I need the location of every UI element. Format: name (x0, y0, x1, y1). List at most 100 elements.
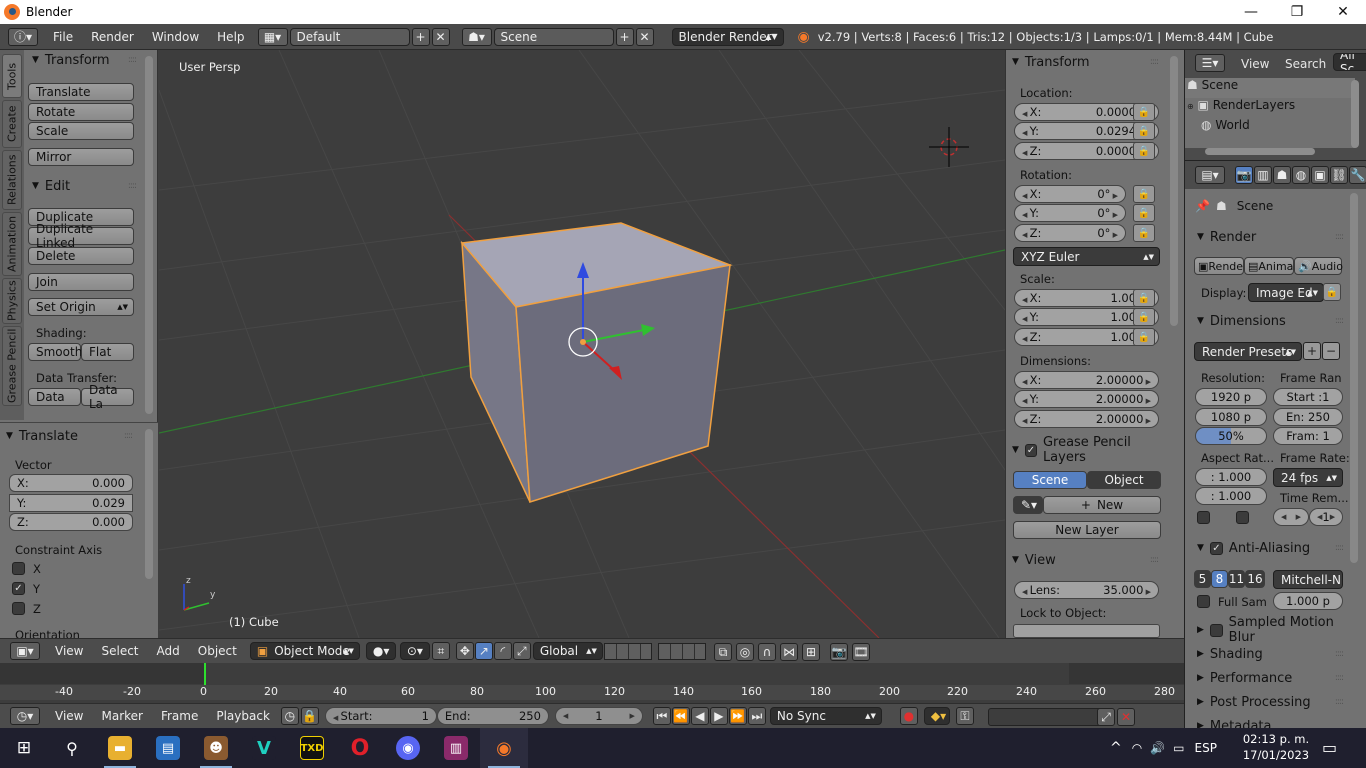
tab-physics[interactable]: Physics (2, 278, 22, 324)
render-engine-select[interactable]: Blender Render ▲▼ (671, 27, 784, 46)
lock-location-y-icon[interactable]: 🔒 (1133, 122, 1155, 140)
outliner-editor-icon[interactable]: ☰▾ (1195, 54, 1225, 72)
rotation-z-field[interactable]: ◀ Z: 0° ▶ (1014, 224, 1126, 242)
menu-render[interactable]: Render (82, 30, 143, 44)
menu-help[interactable]: Help (208, 30, 253, 44)
grease-pencil-layers-header[interactable]: ▼ ✓ Grease Pencil Layers (1006, 435, 1166, 465)
aspect-y-field[interactable]: : 1.000 (1195, 487, 1267, 505)
gp-object-button[interactable]: Object (1087, 471, 1161, 489)
jump-keyframe-back-icon[interactable]: ⏪ (671, 707, 690, 725)
display-select[interactable]: Image Ed ▲▼ (1248, 283, 1324, 302)
scene-context-icon[interactable]: ☗ (1273, 166, 1291, 184)
outliner-row-world[interactable]: ◍ World (1185, 118, 1355, 138)
menu-view[interactable]: View (46, 709, 92, 723)
outliner-scrollbar[interactable] (1351, 80, 1359, 148)
render-still-icon[interactable]: 📷 (830, 643, 848, 661)
resolution-y-field[interactable]: 1080 p (1195, 408, 1267, 426)
close-button[interactable]: ✕ (1320, 0, 1366, 24)
render-presets-select[interactable]: Render Presets ▲▼ (1194, 342, 1302, 361)
render-panel-header[interactable]: ▼ Render :::: (1191, 227, 1351, 247)
resolution-x-field[interactable]: 1920 p (1195, 388, 1267, 406)
smooth-button[interactable]: Smooth (28, 343, 82, 361)
frame-rate-select[interactable]: 24 fps ▲▼ (1273, 468, 1343, 487)
dimensions-panel-header[interactable]: ▼ Dimensions :::: (1191, 311, 1351, 331)
lens-field[interactable]: ◀ Lens: 35.000 ▶ (1014, 581, 1159, 599)
shading-panel-header[interactable]: ▶ Shading :::: (1191, 644, 1351, 664)
lock-scale-x-icon[interactable]: 🔒 (1133, 289, 1155, 307)
lock-camera-icon[interactable]: ⧉ (714, 643, 732, 661)
anti-aliasing-panel-header[interactable]: ▼ ✓ Anti-Aliasing :::: (1191, 538, 1351, 558)
tab-create[interactable]: Create (2, 100, 22, 148)
scene-select[interactable]: Scene (493, 27, 614, 46)
time-old-field[interactable]: ◀ ▶ (1273, 508, 1309, 526)
current-frame-indicator[interactable] (204, 663, 206, 685)
editor-type-3d-icon[interactable]: ▣▾ (10, 642, 40, 660)
scale-button[interactable]: Scale (28, 122, 134, 140)
aa-samples-11-button[interactable]: 11 (1228, 570, 1245, 588)
lock-time-icon[interactable]: 🔒 (300, 707, 319, 725)
drag-grip-icon[interactable]: :::: (1150, 57, 1159, 67)
rotation-mode-select[interactable]: XYZ Euler ▲▼ (1013, 247, 1160, 266)
maximize-button[interactable]: ❐ (1274, 0, 1320, 24)
drag-grip-icon[interactable]: :::: (1150, 555, 1159, 565)
lock-rotation-x-icon[interactable]: 🔒 (1133, 185, 1155, 203)
sampled-motion-blur-header[interactable]: ▶ Sampled Motion Blur (1191, 615, 1361, 645)
lock-to-object-field[interactable] (1013, 624, 1160, 638)
n-transform-header[interactable]: ▼ Transform :::: (1006, 52, 1166, 72)
lock-scale-y-icon[interactable]: 🔒 (1133, 308, 1155, 326)
3d-viewport[interactable]: User Persp (1) Cube y z (159, 50, 1005, 638)
viewport-shading-select[interactable]: ●▾ (365, 642, 396, 660)
taskbar-game[interactable]: ☻ (192, 728, 240, 768)
sync-mode-select[interactable]: No Sync ▲▼ (769, 707, 882, 725)
interaction-mode-select[interactable]: ▣ Object Mode ▲▼ (249, 642, 360, 660)
transform-orientation-select[interactable]: Global ▲▼ (532, 642, 603, 660)
menu-view[interactable]: View (46, 644, 92, 658)
menu-add[interactable]: Add (148, 644, 189, 658)
mirror-button[interactable]: Mirror (28, 148, 134, 166)
translate-manipulator-icon[interactable]: ✥ (455, 642, 474, 660)
drag-grip-icon[interactable]: :::: (128, 55, 137, 65)
add-scene-icon[interactable]: + (615, 27, 634, 46)
lock-scale-z-icon[interactable]: 🔒 (1133, 328, 1155, 346)
rotation-x-field[interactable]: ◀ X: 0° ▶ (1014, 185, 1126, 203)
rotate-button[interactable]: Rotate (28, 103, 134, 121)
gp-new-layer-button[interactable]: New Layer (1013, 521, 1161, 539)
properties-editor-icon[interactable]: ▤▾ (1195, 166, 1225, 184)
render-image-button[interactable]: ▣ Rende (1194, 257, 1244, 275)
drag-grip-icon[interactable]: :::: (1335, 673, 1344, 683)
end-frame-field[interactable]: End: 250 (436, 707, 549, 725)
constraint-y-checkbox[interactable]: ✓ (12, 582, 25, 595)
dimensions-x-field[interactable]: ◀ X: 2.00000 ▶ (1014, 371, 1159, 389)
rotation-y-field[interactable]: ◀ Y: 0° ▶ (1014, 204, 1126, 222)
keying-set-icon[interactable]: ◆▾ (923, 707, 950, 725)
join-button[interactable]: Join (28, 273, 134, 291)
drag-grip-icon[interactable]: :::: (124, 431, 133, 441)
resolution-percentage-slider[interactable]: 50% (1195, 427, 1267, 445)
filter-size-field[interactable]: 1.000 p (1273, 592, 1343, 610)
lock-rotation-y-icon[interactable]: 🔒 (1133, 204, 1155, 222)
delete-keyframe-icon[interactable]: ✕ (1117, 708, 1135, 726)
preview-range-icon[interactable]: ◷ (280, 707, 299, 725)
taskbar-discord[interactable]: ◉ (384, 728, 432, 768)
drag-grip-icon[interactable]: :::: (1335, 543, 1344, 553)
tray-overflow-icon[interactable]: ^ (1110, 740, 1122, 756)
frame-end-field[interactable]: En: 250 (1273, 408, 1343, 426)
flat-button[interactable]: Flat (81, 343, 134, 361)
operator-panel-header[interactable]: ▼ Translate :::: (0, 426, 140, 446)
insert-keyframe-icon[interactable]: ⤢ (1097, 708, 1115, 726)
tool-shelf-scrollbar[interactable] (145, 56, 153, 414)
auto-keying-icon[interactable]: ● (899, 707, 918, 725)
lock-location-x-icon[interactable]: 🔒 (1133, 103, 1155, 121)
minimize-button[interactable]: — (1228, 0, 1274, 24)
layer-buttons-2[interactable] (658, 643, 706, 660)
operator-panel-scrollbar[interactable] (145, 429, 153, 579)
menu-marker[interactable]: Marker (92, 709, 151, 723)
post-processing-panel-header[interactable]: ▶ Post Processing :::: (1191, 692, 1351, 712)
tab-relations[interactable]: Relations (2, 150, 22, 210)
constraints-context-icon[interactable]: ⛓ (1330, 166, 1348, 184)
menu-object[interactable]: Object (189, 644, 246, 658)
transform-panel-header[interactable]: ▼ Transform :::: (26, 50, 144, 70)
render-context-icon[interactable]: 📷 (1235, 166, 1253, 184)
dimensions-y-field[interactable]: ◀ Y: 2.00000 ▶ (1014, 390, 1159, 408)
vector-z-field[interactable]: Z: 0.000 (9, 513, 133, 531)
